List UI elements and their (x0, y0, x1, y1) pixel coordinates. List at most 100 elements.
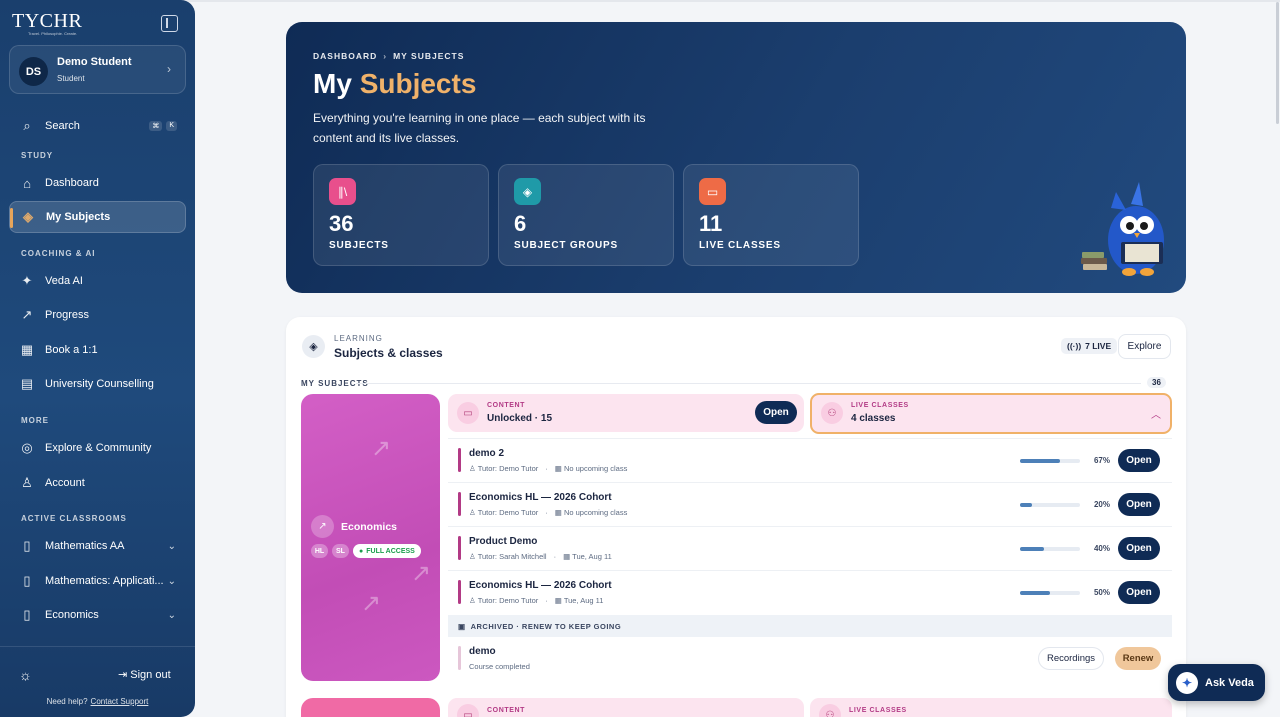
progress-fill (1020, 503, 1032, 507)
sidebar-item-dashboard[interactable]: ⌂ Dashboard (9, 167, 186, 199)
avatar: DS (19, 57, 48, 86)
trend-decoration-icon: ↗ (411, 560, 432, 587)
broadcast-icon: ((·)) (1067, 341, 1082, 351)
user-name: Demo Student (57, 56, 132, 68)
ask-veda-button[interactable]: ✦ Ask Veda (1168, 664, 1265, 701)
theme-toggle-icon[interactable]: ☼ (19, 667, 32, 683)
layers-icon: ◈ (514, 178, 541, 205)
user-icon: ♙ (469, 596, 476, 605)
book-icon: ▯ (23, 538, 31, 553)
access-badge: ● FULL ACCESS (353, 544, 421, 558)
open-class-button[interactable]: Open (1118, 581, 1160, 604)
sidebar-item-my-subjects[interactable]: ◈ My Subjects (9, 201, 186, 233)
book-icon: ▯ (23, 607, 31, 622)
chevron-up-icon[interactable]: ︿ (1151, 406, 1161, 421)
row-accent (458, 492, 461, 516)
open-class-button[interactable]: Open (1118, 493, 1160, 516)
veda-avatar-icon: ✦ (1176, 671, 1198, 694)
separator-dot: · (545, 596, 548, 605)
my-subjects-count: 36 (1147, 377, 1166, 388)
class-row[interactable]: Product Demo ♙ Tutor: Sarah Mitchell · ▦ Tu… (448, 526, 1172, 570)
breadcrumb-current: MY SUBJECTS (393, 51, 465, 61)
next-content-panel[interactable]: ▭ CONTENT (448, 698, 804, 717)
separator-dot: · (545, 508, 548, 517)
live-classes-panel[interactable]: ⚇ LIVE CLASSES 4 classes ︿ (810, 393, 1172, 434)
sidebar-item-veda-ai[interactable]: ✦ Veda AI (9, 265, 186, 297)
compass-icon: ◎ (21, 440, 33, 455)
user-card[interactable]: DS Demo Student Student › (9, 45, 186, 94)
open-class-button[interactable]: Open (1118, 537, 1160, 560)
progress-bar (1020, 459, 1080, 463)
chevron-down-icon: ⌄ (167, 575, 176, 587)
tychr-logo[interactable]: TYCHR Travel. Philosophie. Create. (12, 10, 82, 36)
users-icon: ⚇ (821, 402, 843, 424)
progress-percent: 67% (1093, 456, 1110, 465)
owl-mascot-illustration (1081, 182, 1164, 276)
sidebar-footer: ☼ ⇥ Sign out Need help? Contact Support (0, 646, 195, 706)
chevron-down-icon: ⌄ (167, 609, 176, 621)
content-panel[interactable]: ▭ CONTENT Unlocked · 15 Open (448, 394, 804, 432)
sidebar-item-economics[interactable]: ▯ Economics ⌄ (9, 599, 186, 631)
sidebar-item-mathematics-aa[interactable]: ▯ Mathematics AA ⌄ (9, 530, 186, 562)
renew-button[interactable]: Renew (1115, 647, 1161, 670)
archived-title: demo (469, 646, 496, 657)
sidebar-item-account[interactable]: ♙ Account (9, 467, 186, 499)
class-row[interactable]: Economics HL — 2026 Cohort ♙ Tutor: Demo … (448, 570, 1172, 614)
row-accent (458, 448, 461, 472)
progress-percent: 20% (1093, 500, 1110, 509)
live-classes-value: 4 classes (851, 413, 896, 424)
next-class-info: ▦ Tue, Aug 11 (554, 596, 604, 605)
row-accent (458, 536, 461, 560)
recordings-button[interactable]: Recordings (1038, 647, 1104, 670)
level-tag-hl: HL (311, 544, 328, 558)
live-classes-label: LIVE CLASSES (851, 402, 909, 409)
scrollbar[interactable] (1276, 2, 1279, 124)
section-active-classrooms: ACTIVE CLASSROOMS (21, 514, 127, 523)
section-title: Subjects & classes (334, 346, 443, 360)
next-subject-tile[interactable] (301, 698, 440, 717)
search-button[interactable]: ⌕ Search ⌘ K (9, 110, 186, 142)
library-icon: ∥\ (329, 178, 356, 205)
open-content-button[interactable]: Open (755, 401, 797, 424)
next-class-info: ▦ No upcoming class (554, 508, 628, 517)
class-row[interactable]: Economics HL — 2026 Cohort ♙ Tutor: Demo … (448, 482, 1172, 526)
search-icon: ⌕ (23, 118, 31, 133)
calendar-icon: ▦ (563, 552, 571, 561)
section-overline: LEARNING (334, 334, 383, 343)
chevron-right-icon: › (167, 62, 171, 76)
next-live-panel[interactable]: ⚇ LIVE CLASSES (810, 698, 1172, 717)
sidebar-item-book[interactable]: ▦ Book a 1:1 (9, 334, 186, 366)
breadcrumb-dashboard[interactable]: DASHBOARD (313, 51, 377, 61)
sidebar-item-progress[interactable]: ↗ Progress (9, 299, 186, 331)
subject-name: Economics (341, 521, 398, 533)
sidebar-item-university-counselling[interactable]: ▤ University Counselling (9, 368, 186, 400)
page-title: My Subjects (313, 68, 477, 99)
subject-tile-economics[interactable]: ↗ ↗ ↗ ↗ Economics HL SL ● FULL ACCESS (301, 394, 440, 681)
collapse-sidebar-icon[interactable] (161, 15, 178, 32)
search-label: Search (45, 120, 80, 132)
progress-fill (1020, 591, 1050, 595)
tutor-info: ♙ Tutor: Sarah Mitchell (469, 552, 547, 561)
sidebar-item-explore[interactable]: ◎ Explore & Community (9, 432, 186, 464)
progress-percent: 50% (1093, 588, 1110, 597)
archive-icon: ▣ (458, 621, 466, 631)
building-icon: ▤ (20, 376, 34, 391)
graduation-cap-icon: ◈ (302, 335, 325, 358)
archived-status: Course completed (469, 662, 530, 671)
progress-bar (1020, 547, 1080, 551)
open-book-icon: ▭ (699, 178, 726, 205)
explore-button[interactable]: Explore (1118, 334, 1171, 359)
class-title: Economics HL — 2026 Cohort (469, 580, 612, 591)
trending-up-icon: ↗ (311, 515, 334, 538)
separator-dot: · (545, 464, 548, 473)
stat-subject-groups: ◈ 6 SUBJECT GROUPS (498, 164, 674, 266)
class-row[interactable]: demo 2 ♙ Tutor: Demo Tutor · ▦ No upcoming … (448, 438, 1172, 482)
open-class-button[interactable]: Open (1118, 449, 1160, 472)
class-meta: ♙ Tutor: Demo Tutor · ▦ No upcoming class (469, 508, 627, 517)
sign-out-button[interactable]: ⇥ Sign out (118, 668, 171, 681)
logo-tagline: Travel. Philosophie. Create. (28, 31, 78, 36)
class-meta: ♙ Tutor: Demo Tutor · ▦ Tue, Aug 11 (469, 596, 603, 605)
graduation-cap-icon: ◈ (23, 209, 33, 224)
contact-support-link[interactable]: Contact Support (91, 697, 149, 706)
sidebar-item-mathematics-ai[interactable]: ▯ Mathematics: Applicati... ⌄ (9, 565, 186, 597)
